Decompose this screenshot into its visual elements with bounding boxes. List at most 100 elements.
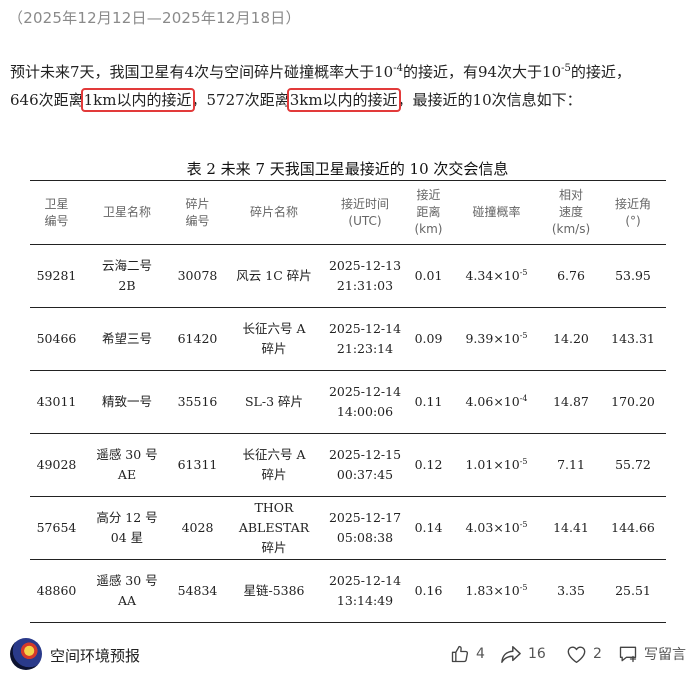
cell-probability: 4.34×10-5 xyxy=(451,245,542,308)
header-line: 编号 xyxy=(185,213,210,228)
probability-exponent: -4 xyxy=(519,394,528,403)
cell-sat-name-line: 2B xyxy=(118,278,136,293)
probability-exponent: -5 xyxy=(519,331,528,340)
cell-debris-name-line: 星链-5386 xyxy=(243,583,305,598)
cell-debris-name-line: 碎片 xyxy=(261,467,287,482)
cell-probability: 1.83×10-5 xyxy=(451,560,542,623)
cell-sat-name-line: 云海二号 xyxy=(101,258,152,273)
cell-probability: 4.06×10-4 xyxy=(451,371,542,434)
header-sat-name: 卫星名称 xyxy=(83,181,171,245)
cell-sat-id: 48860 xyxy=(36,583,77,598)
cell-time-line: 2025-12-13 xyxy=(328,258,402,273)
header-line: 卫星 xyxy=(44,196,69,211)
cell-sat-name-line: 希望三号 xyxy=(101,331,152,346)
cell-sat-name-line: 04 星 xyxy=(110,530,144,545)
highlight-1km: 1km以内的接近 xyxy=(80,88,195,112)
cell-sat-name: 希望三号 xyxy=(83,308,171,371)
probability-exponent: -5 xyxy=(519,457,528,466)
cell-debris-id: 30078 xyxy=(177,268,218,283)
cell-debris-id: 4028 xyxy=(181,520,214,535)
share-icon xyxy=(500,644,522,664)
cell-probability: 9.39×10-5 xyxy=(451,308,542,371)
highlight-3km: 3km以内的接近 xyxy=(286,88,401,112)
table-row: 50466 希望三号 61420 长征六号 A 碎片 2025-12-14 21:23:14… xyxy=(30,308,666,371)
share-button[interactable]: 16 xyxy=(500,642,546,666)
table-row: 48860 遥感 30 号 AA 54834 星链-5386 2025-12-14 13:1… xyxy=(30,560,666,623)
comment-label: 写留言 xyxy=(644,647,686,663)
cell-debris-id: 61311 xyxy=(177,457,218,472)
header-debris-id: 碎片 编号 xyxy=(171,181,224,245)
intro-text-5: ，5727次距离 xyxy=(191,91,290,109)
cell-debris-name: 长征六号 A 碎片 xyxy=(224,434,324,497)
cell-sat-id: 50466 xyxy=(36,331,77,346)
author-name[interactable]: 空间环境预报 xyxy=(50,645,140,666)
cell-debris-name-line: 碎片 xyxy=(261,540,287,555)
heart-icon xyxy=(566,645,587,664)
cell-time: 2025-12-15 00:37:45 xyxy=(324,434,406,497)
cell-distance: 0.01 xyxy=(414,268,443,283)
cell-time-line: 2025-12-14 xyxy=(328,384,402,399)
cell-angle: 53.95 xyxy=(615,268,651,283)
cell-velocity: 14.20 xyxy=(553,331,589,346)
header-line: 编号 xyxy=(44,213,69,228)
probability-mantissa: 1.01×10 xyxy=(465,457,520,472)
header-line: 接近角 xyxy=(614,196,651,211)
post-footer: 空间环境预报 4 16 2 写留言 xyxy=(0,636,695,672)
comment-button[interactable]: 写留言 xyxy=(618,642,686,666)
cell-sat-id: 57654 xyxy=(36,520,77,535)
probability-mantissa: 4.06×10 xyxy=(465,394,520,409)
conjunction-table: 卫星 编号 卫星名称 碎片 编号 碎片名称 接近时间 (UTC) 接近 距离 (km) 碰… xyxy=(30,180,666,623)
cell-time-line: 2025-12-14 xyxy=(328,321,402,336)
thumbs-up-icon xyxy=(450,644,470,664)
cell-probability: 1.01×10-5 xyxy=(451,434,542,497)
probability-mantissa: 4.34×10 xyxy=(465,268,520,283)
header-line: 距离 xyxy=(416,205,441,219)
table-row: 43011 精致一号 35516 SL-3 碎片 2025-12-14 14:00:06 0… xyxy=(30,371,666,434)
date-range: （2025年12月12日—2025年12月18日） xyxy=(8,9,301,27)
header-line: (km) xyxy=(414,222,443,236)
cell-debris-name: SL-3 碎片 xyxy=(224,371,324,434)
table-header-row: 卫星 编号 卫星名称 碎片 编号 碎片名称 接近时间 (UTC) 接近 距离 (km) 碰… xyxy=(30,180,666,245)
cell-time-line: 2025-12-14 xyxy=(328,573,402,588)
cell-angle: 143.31 xyxy=(611,331,655,346)
header-line: 接近时间 xyxy=(340,196,389,211)
intro-paragraph: 预计未来7天，我国卫星有4次与空间碎片碰撞概率大于10-4的接近，有94次大于1… xyxy=(10,58,690,114)
header-velocity: 相对 速度 (km/s) xyxy=(542,181,600,245)
intro-text-2: 的接近，有94次大于10 xyxy=(402,63,562,81)
cell-sat-id: 43011 xyxy=(36,394,77,409)
cell-velocity: 3.35 xyxy=(557,583,585,598)
table-row: 49028 遥感 30 号 AE 61311 长征六号 A 碎片 2025-12-15 00:… xyxy=(30,434,666,497)
probability-exponent: -5 xyxy=(519,520,528,529)
cell-velocity: 7.11 xyxy=(557,457,585,472)
cell-time-line: 05:08:38 xyxy=(336,530,394,545)
cell-distance: 0.09 xyxy=(414,331,443,346)
favorite-button[interactable]: 2 xyxy=(566,642,602,666)
cell-angle: 170.20 xyxy=(611,394,655,409)
cell-sat-name: 高分 12 号 04 星 xyxy=(83,497,171,560)
cell-debris-name-line: 风云 1C 碎片 xyxy=(236,268,312,283)
header-probability: 碰撞概率 xyxy=(451,181,542,245)
probability-mantissa: 1.83×10 xyxy=(465,583,520,598)
share-count: 16 xyxy=(528,646,546,662)
header-line: 碰撞概率 xyxy=(472,205,521,219)
cell-sat-name-line: 遥感 30 号 xyxy=(96,573,158,588)
cell-time-line: 21:23:14 xyxy=(336,341,394,356)
like-button[interactable]: 4 xyxy=(450,642,485,666)
cell-velocity: 14.41 xyxy=(553,520,589,535)
header-distance: 接近距离 (km) xyxy=(406,181,451,245)
probability-mantissa: 9.39×10 xyxy=(465,331,520,346)
header-line: 接近 xyxy=(416,188,441,202)
header-time: 接近时间 (UTC) xyxy=(324,181,406,245)
cell-time: 2025-12-14 21:23:14 xyxy=(324,308,406,371)
cell-sat-name-line: 遥感 30 号 xyxy=(96,447,158,462)
intro-text-6: ，最接近的10次信息如下： xyxy=(397,91,582,109)
cell-time: 2025-12-14 14:00:06 xyxy=(324,371,406,434)
avatar[interactable] xyxy=(10,638,42,670)
probability-mantissa: 4.03×10 xyxy=(465,520,520,535)
cell-sat-name-line: 精致一号 xyxy=(101,394,152,409)
cell-debris-id: 54834 xyxy=(177,583,218,598)
like-count: 4 xyxy=(476,646,485,662)
cell-sat-name-line: AE xyxy=(117,467,137,482)
table-title: 表 2 未来 7 天我国卫星最接近的 10 次交会信息 xyxy=(186,160,509,178)
cell-time: 2025-12-17 05:08:38 xyxy=(324,497,406,560)
